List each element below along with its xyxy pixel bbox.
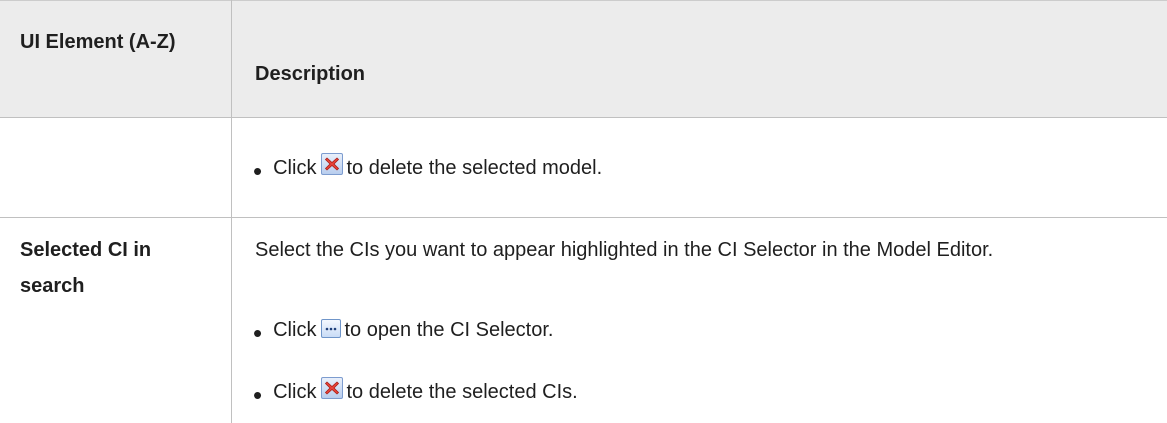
header-bottom-line [0,117,1167,118]
header-description: Description [255,63,366,85]
delete-icon [321,377,344,399]
bullet-prefix: Click [273,381,317,403]
list-item: • Click to delete the selected model. [253,150,602,186]
bullet-suffix: to delete the selected model. [346,157,603,179]
row-name-selected-ci: Selected CI in search [20,239,152,297]
list-item: • Click to delete the selected CIs. [253,374,578,410]
list-item: • Click to open the CI Selector. [253,312,553,348]
column-divider [231,0,232,423]
ellipsis-browse-icon [321,318,342,338]
bullet-dot: • [253,156,263,186]
bullet-dot: • [253,380,263,410]
bullet-prefix: Click [273,157,317,179]
bullet-prefix: Click [273,319,317,341]
bullet-suffix: to open the CI Selector. [344,319,554,341]
bullet-dot: • [253,318,263,348]
row-description: Select the CIs you want to appear highli… [255,239,994,261]
header-ui-element: UI Element (A-Z) [20,31,176,53]
row-divider [0,217,1167,218]
table-header-row: UI Element (A-Z) Description [0,0,1167,118]
bullet-suffix: to delete the selected CIs. [346,381,578,403]
delete-icon [321,153,344,175]
ui-element-table: UI Element (A-Z) Description • Click to … [0,0,1167,423]
